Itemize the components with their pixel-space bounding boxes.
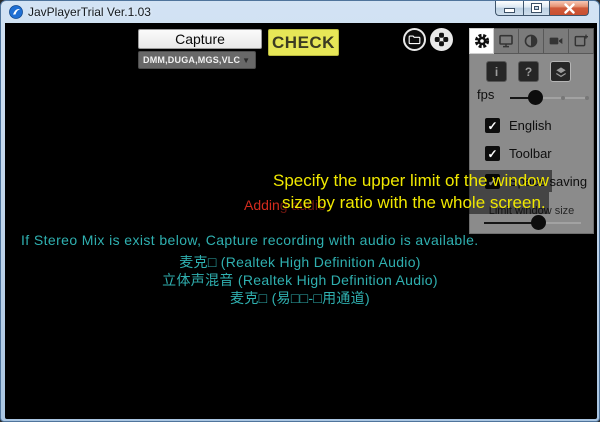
chevron-down-icon: ▼ [242, 56, 255, 65]
fps-tick [585, 96, 589, 100]
toolbar-checkbox-row: ✓ Toolbar [485, 146, 552, 161]
folder-icon [407, 32, 422, 47]
audio-device-item: 麦克□ (Realtek High Definition Audio) [5, 253, 595, 271]
help-icon: ? [525, 65, 532, 79]
close-icon [564, 3, 575, 14]
english-label: English [509, 118, 552, 133]
check-icon: ✓ [487, 147, 497, 161]
minimize-icon [505, 9, 514, 12]
settings-tab-strip [469, 28, 594, 54]
screen-capture-icon [573, 33, 589, 49]
check-button[interactable]: CHECK [268, 29, 339, 56]
audio-device-item: 立体声混音 (Realtek High Definition Audio) [5, 271, 595, 289]
stereo-mix-hint: If Stereo Mix is exist below, Capture re… [21, 232, 479, 248]
layers-button[interactable] [550, 61, 571, 82]
app-window: JavPlayerTrial Ver.1.03 Capture DMM,DUGA… [0, 0, 600, 422]
fps-tick [561, 96, 565, 100]
fps-slider-thumb[interactable] [528, 90, 543, 105]
capture-button[interactable]: Capture [138, 29, 262, 49]
fps-slider[interactable] [510, 97, 587, 99]
english-checkbox[interactable]: ✓ [485, 118, 500, 133]
window-controls [495, 1, 589, 16]
gamepad-icon [433, 31, 450, 48]
window-title: JavPlayerTrial Ver.1.03 [28, 5, 151, 19]
tab-general-settings[interactable] [469, 28, 494, 54]
controller-button[interactable] [430, 28, 453, 51]
minimize-button[interactable] [495, 1, 523, 16]
fps-label: fps [477, 87, 494, 102]
tab-display-settings[interactable] [494, 28, 519, 54]
english-checkbox-row: ✓ English [485, 118, 552, 133]
title-bar[interactable]: JavPlayerTrial Ver.1.03 [1, 1, 599, 23]
audio-device-list: 麦克□ (Realtek High Definition Audio) 立体声混… [5, 253, 595, 307]
info-icon: i [495, 65, 498, 79]
info-button[interactable]: i [486, 61, 507, 82]
video-camera-icon [548, 33, 564, 49]
video-canvas: Capture DMM,DUGA,MGS,VLC ▼ CHECK [5, 23, 597, 419]
monitor-icon [498, 33, 514, 49]
check-icon: ✓ [487, 119, 497, 133]
tooltip-line-2: size by ratio with the whole screen. [279, 192, 549, 214]
limit-window-size-slider[interactable] [484, 222, 581, 224]
open-file-button[interactable] [403, 28, 426, 51]
contrast-icon [523, 33, 539, 49]
tab-screen-capture-settings[interactable] [569, 28, 594, 54]
help-button[interactable]: ? [518, 61, 539, 82]
gear-icon [473, 32, 491, 50]
tab-contrast-settings[interactable] [519, 28, 544, 54]
close-button[interactable] [550, 1, 589, 16]
source-dropdown-value: DMM,DUGA,MGS,VLC [139, 55, 242, 65]
layers-icon [554, 65, 568, 79]
limit-slider-thumb[interactable] [531, 215, 546, 230]
source-dropdown[interactable]: DMM,DUGA,MGS,VLC ▼ [138, 51, 256, 69]
toolbar-checkbox[interactable]: ✓ [485, 146, 500, 161]
maximize-icon [532, 4, 541, 12]
toolbar-label: Toolbar [509, 146, 552, 161]
tab-recording-settings[interactable] [544, 28, 569, 54]
tooltip-line-1: Specify the upper limit of the window [270, 170, 552, 192]
app-icon [9, 5, 23, 19]
maximize-button[interactable] [523, 1, 550, 16]
audio-device-item: 麦克□ (易□□-□用通道) [5, 289, 595, 307]
